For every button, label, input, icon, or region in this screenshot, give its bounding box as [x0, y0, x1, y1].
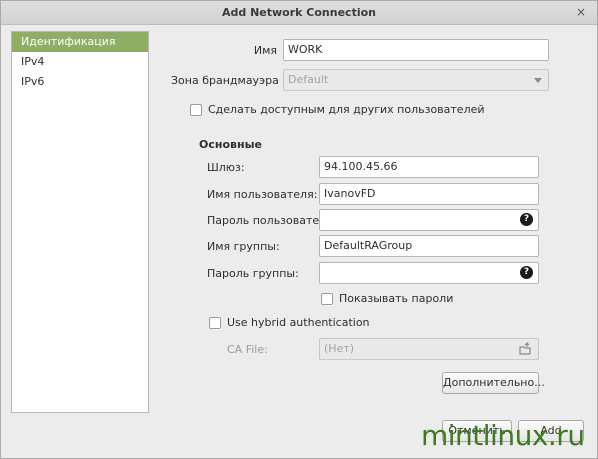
sidebar-item-label: Идентификация — [21, 35, 116, 48]
group-name-input[interactable]: DefaultRAGroup — [319, 235, 539, 257]
sidebar: Идентификация IPv4 IPv6 — [11, 31, 149, 413]
file-open-icon — [519, 342, 531, 355]
name-input[interactable]: WORK — [283, 39, 549, 61]
window-title: Add Network Connection — [222, 6, 376, 19]
chevron-down-icon — [534, 78, 542, 83]
watermark: mintlinux.ru — [421, 419, 585, 452]
ca-file-value: (Нет) — [324, 342, 355, 355]
user-password-label: Пароль пользователя: — [207, 214, 337, 227]
hybrid-auth-label: Use hybrid authentication — [227, 316, 370, 329]
sidebar-item-ipv6[interactable]: IPv6 — [12, 72, 148, 92]
firewall-zone-label: Зона брандмауэра — [171, 74, 279, 87]
show-passwords-checkbox[interactable] — [321, 293, 333, 305]
user-password-input[interactable]: ? — [319, 209, 539, 231]
available-to-all-label: Сделать доступным для других пользовател… — [208, 103, 485, 116]
group-password-input[interactable]: ? — [319, 262, 539, 284]
password-options-icon[interactable]: ? — [520, 266, 533, 279]
sidebar-item-ipv4[interactable]: IPv4 — [12, 52, 148, 72]
hybrid-auth-checkbox[interactable] — [209, 317, 221, 329]
firewall-zone-select[interactable]: Default — [283, 69, 549, 91]
username-input[interactable]: IvanovFD — [319, 183, 539, 205]
name-label: Имя — [253, 44, 277, 57]
titlebar[interactable]: Add Network Connection × — [1, 1, 597, 25]
sidebar-item-identity[interactable]: Идентификация — [12, 32, 148, 52]
firewall-zone-value: Default — [288, 73, 329, 86]
sidebar-item-label: IPv6 — [21, 75, 45, 88]
close-icon[interactable]: × — [573, 4, 589, 20]
group-name-label: Имя группы: — [207, 240, 280, 253]
group-password-label: Пароль группы: — [207, 267, 299, 280]
gateway-label: Шлюз: — [207, 161, 245, 174]
password-options-icon[interactable]: ? — [520, 213, 533, 226]
advanced-button[interactable]: Дополнительно... — [442, 372, 545, 394]
dialog-window: Add Network Connection × Идентификация I… — [0, 0, 598, 459]
sidebar-item-label: IPv4 — [21, 55, 45, 68]
general-heading: Основные — [199, 138, 262, 151]
ca-file-label: CA File: — [227, 343, 268, 356]
show-passwords-label: Показывать пароли — [339, 292, 454, 305]
available-to-all-checkbox[interactable] — [190, 104, 202, 116]
username-label: Имя пользователя: — [207, 188, 318, 201]
ca-file-chooser[interactable]: (Нет) — [319, 338, 539, 360]
gateway-input[interactable]: 94.100.45.66 — [319, 156, 539, 178]
